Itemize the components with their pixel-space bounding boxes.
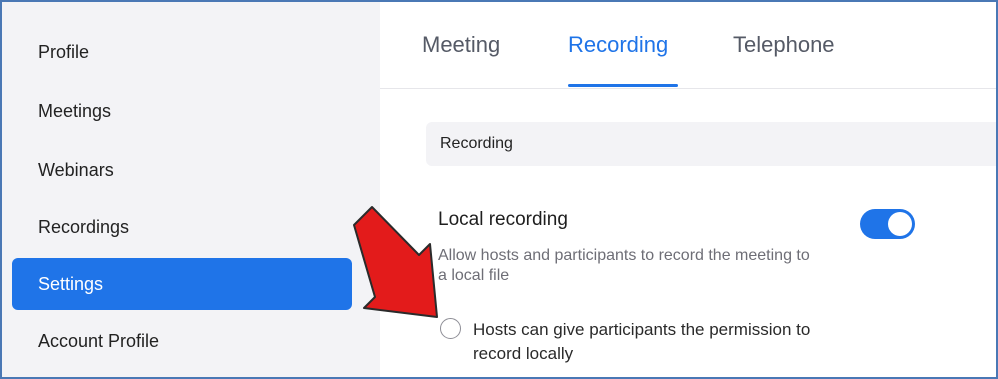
sidebar-item-label: Account Profile (38, 330, 160, 351)
section-header-recording: Recording (426, 122, 996, 166)
sidebar-item-label: Profile (38, 41, 90, 62)
settings-window: Profile Meetings Webinars Recordings Set… (0, 0, 998, 379)
toggle-knob (888, 212, 912, 236)
sidebar-item-label: Webinars (38, 159, 114, 180)
sidebar-item-label: Recordings (38, 216, 130, 237)
tab-label: Recording (568, 32, 669, 57)
sidebar-item-profile[interactable]: Profile (12, 26, 352, 78)
sidebar-item-account-profile[interactable]: Account Profile (12, 315, 352, 367)
active-tab-indicator (568, 84, 678, 87)
section-title: Recording (440, 135, 513, 152)
local-recording-description: Allow hosts and participants to record t… (438, 247, 810, 284)
participant-permission-checkbox[interactable] (440, 318, 461, 339)
sidebar-item-recordings[interactable]: Recordings (12, 201, 352, 253)
sidebar-item-label: Settings (38, 273, 104, 294)
tab-recording[interactable]: Recording (568, 32, 668, 58)
sidebar: Profile Meetings Webinars Recordings Set… (2, 2, 380, 377)
tab-meeting[interactable]: Meeting (422, 32, 500, 58)
tab-label: Meeting (422, 32, 501, 57)
settings-content: Meeting Recording Telephone Recording Lo… (380, 2, 996, 377)
sidebar-item-webinars[interactable]: Webinars (12, 144, 352, 196)
participant-permission-label: Hosts can give participants the permissi… (473, 320, 811, 363)
tab-label: Telephone (733, 32, 835, 57)
tab-telephone[interactable]: Telephone (733, 32, 835, 58)
local-recording-title: Local recording (438, 209, 568, 230)
tabs-divider (380, 88, 996, 89)
local-recording-toggle[interactable] (860, 209, 915, 239)
sidebar-item-settings[interactable]: Settings (12, 258, 352, 310)
sidebar-item-meetings[interactable]: Meetings (12, 85, 352, 137)
sidebar-item-label: Meetings (38, 100, 112, 121)
